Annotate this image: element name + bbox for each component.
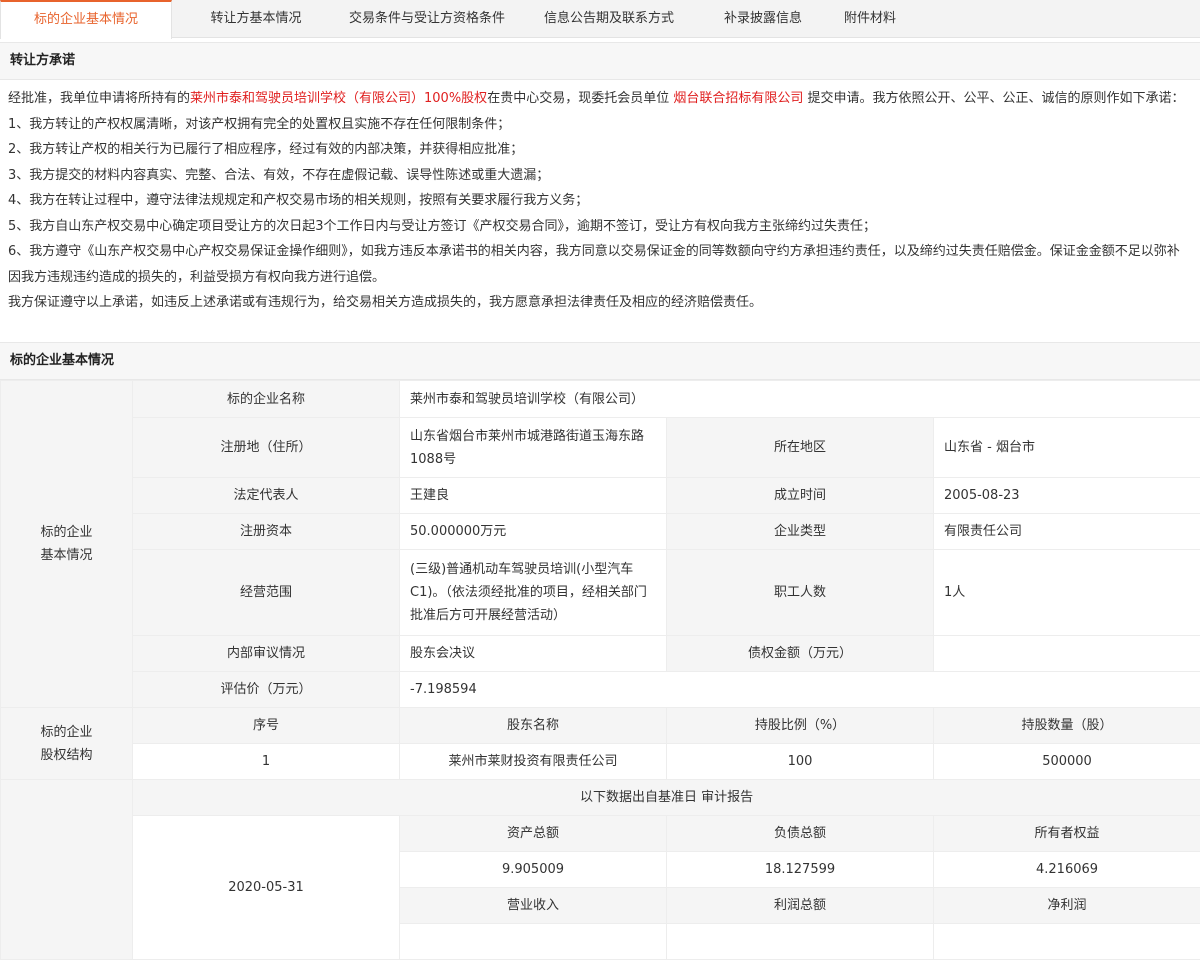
- finance-header-revenue: 营业收入: [400, 888, 667, 924]
- equity-header-shares: 持股数量（股）: [934, 708, 1200, 744]
- scope-value: (三级)普通机动车驾驶员培训(小型汽车C1)。（依法须经批准的项目，经相关部门批…: [400, 550, 667, 636]
- debt-value: [934, 636, 1200, 672]
- asset-name: 莱州市泰和驾驶员培训学校（有限公司）100%股权: [190, 91, 487, 106]
- finance-side-label: [1, 780, 133, 960]
- member-name: 烟台联合招标有限公司: [673, 91, 803, 106]
- region-label: 所在地区: [667, 418, 934, 478]
- commitment-item: 6、我方遵守《山东产权交易中心产权交易保证金操作细则》，如我方违反本承诺书的相关…: [8, 239, 1192, 290]
- equity-seq: 1: [133, 744, 400, 780]
- tab-bar: 标的企业基本情况 转让方基本情况 交易条件与受让方资格条件 信息公告期及联系方式…: [0, 0, 1200, 38]
- finance-total-profit: [667, 924, 934, 960]
- commitment-item: 5、我方自山东产权交易中心确定项目受让方的次日起3个工作日内与受让方签订《产权交…: [8, 214, 1192, 240]
- finance-liabilities: 18.127599: [667, 852, 934, 888]
- legal-rep-value: 王建良: [400, 478, 667, 514]
- equity-header-ratio: 持股比例（%）: [667, 708, 934, 744]
- enterprise-side-label: 标的企业基本情况: [1, 381, 133, 708]
- equity-header-holder: 股东名称: [400, 708, 667, 744]
- audit-label: 内部审议情况: [133, 636, 400, 672]
- tab-transferor-info[interactable]: 转让方基本情况: [172, 0, 340, 38]
- commitment-intro-a: 经批准，我单位申请将所持有的: [8, 91, 190, 106]
- capital-value: 50.000000万元: [400, 514, 667, 550]
- finance-note: 以下数据出自基准日 审计报告: [133, 780, 1200, 816]
- finance-header-liabilities: 负债总额: [667, 816, 934, 852]
- debt-label: 债权金额（万元）: [667, 636, 934, 672]
- type-value: 有限责任公司: [934, 514, 1200, 550]
- finance-header-net-profit: 净利润: [934, 888, 1200, 924]
- commitment-intro: 经批准，我单位申请将所持有的莱州市泰和驾驶员培训学校（有限公司）100%股权在贵…: [8, 86, 1192, 112]
- legal-rep-label: 法定代表人: [133, 478, 400, 514]
- commitment-item: 1、我方转让的产权权属清晰，对该产权拥有完全的处置权且实施不存在任何限制条件；: [8, 112, 1192, 138]
- staff-label: 职工人数: [667, 550, 934, 636]
- founded-label: 成立时间: [667, 478, 934, 514]
- commitment-item: 3、我方提交的材料内容真实、完整、合法、有效，不存在虚假记载、误导性陈述或重大遗…: [8, 163, 1192, 189]
- commitment-closing: 我方保证遵守以上承诺，如违反上述承诺或有违规行为，给交易相关方造成损失的，我方愿…: [8, 290, 1192, 316]
- staff-value: 1人: [934, 550, 1200, 636]
- tab-attachments[interactable]: 附件材料: [822, 0, 918, 38]
- finance-revenue: [400, 924, 667, 960]
- table-row: 1 莱州市莱财投资有限责任公司 100 500000: [1, 744, 1200, 780]
- commitment-item: 2、我方转让产权的相关行为已履行了相应程序，经过有效的内部决策，并获得相应批准；: [8, 137, 1192, 163]
- commitment-intro-c: 提交申请。我方依照公开、公平、公正、诚信的原则作如下承诺：: [803, 91, 1184, 106]
- company-name: 莱州市泰和驾驶员培训学校（有限公司）: [400, 381, 1200, 418]
- commitment-body: 经批准，我单位申请将所持有的莱州市泰和驾驶员培训学校（有限公司）100%股权在贵…: [8, 86, 1192, 316]
- audit-value: 股东会决议: [400, 636, 667, 672]
- valuation-value: -7.198594: [400, 672, 1200, 708]
- scope-label: 经营范围: [133, 550, 400, 636]
- tab-supplementary-disclosure[interactable]: 补录披露信息: [704, 0, 822, 38]
- equity-side-label: 标的企业股权结构: [1, 708, 133, 780]
- region-value: 山东省 - 烟台市: [934, 418, 1200, 478]
- finance-header-equity: 所有者权益: [934, 816, 1200, 852]
- tab-trade-conditions[interactable]: 交易条件与受让方资格条件: [340, 0, 514, 38]
- company-name-label: 标的企业名称: [133, 381, 400, 418]
- valuation-label: 评估价（万元）: [133, 672, 400, 708]
- finance-date: 2020-05-31: [133, 816, 400, 960]
- type-label: 企业类型: [667, 514, 934, 550]
- equity-holder: 莱州市莱财投资有限责任公司: [400, 744, 667, 780]
- commitment-intro-b: 在贵中心交易，现委托会员单位: [487, 91, 673, 106]
- finance-assets: 9.905009: [400, 852, 667, 888]
- enterprise-info-table: 标的企业基本情况 标的企业名称 莱州市泰和驾驶员培训学校（有限公司） 注册地（住…: [0, 380, 1200, 960]
- capital-label: 注册资本: [133, 514, 400, 550]
- equity-ratio: 100: [667, 744, 934, 780]
- equity-shares: 500000: [934, 744, 1200, 780]
- finance-header-total-profit: 利润总额: [667, 888, 934, 924]
- tab-enterprise-info[interactable]: 标的企业基本情况: [0, 0, 172, 39]
- tab-announcement-contact[interactable]: 信息公告期及联系方式: [514, 0, 704, 38]
- founded-value: 2005-08-23: [934, 478, 1200, 514]
- finance-equity: 4.216069: [934, 852, 1200, 888]
- commitment-item: 4、我方在转让过程中，遵守法律法规规定和产权交易市场的相关规则，按照有关要求履行…: [8, 188, 1192, 214]
- address-value: 山东省烟台市莱州市城港路街道玉海东路1088号: [400, 418, 667, 478]
- finance-net-profit: [934, 924, 1200, 960]
- equity-header-seq: 序号: [133, 708, 400, 744]
- address-label: 注册地（住所）: [133, 418, 400, 478]
- finance-header-assets: 资产总额: [400, 816, 667, 852]
- enterprise-heading: 标的企业基本情况: [0, 342, 1200, 380]
- commitment-heading: 转让方承诺: [0, 42, 1200, 80]
